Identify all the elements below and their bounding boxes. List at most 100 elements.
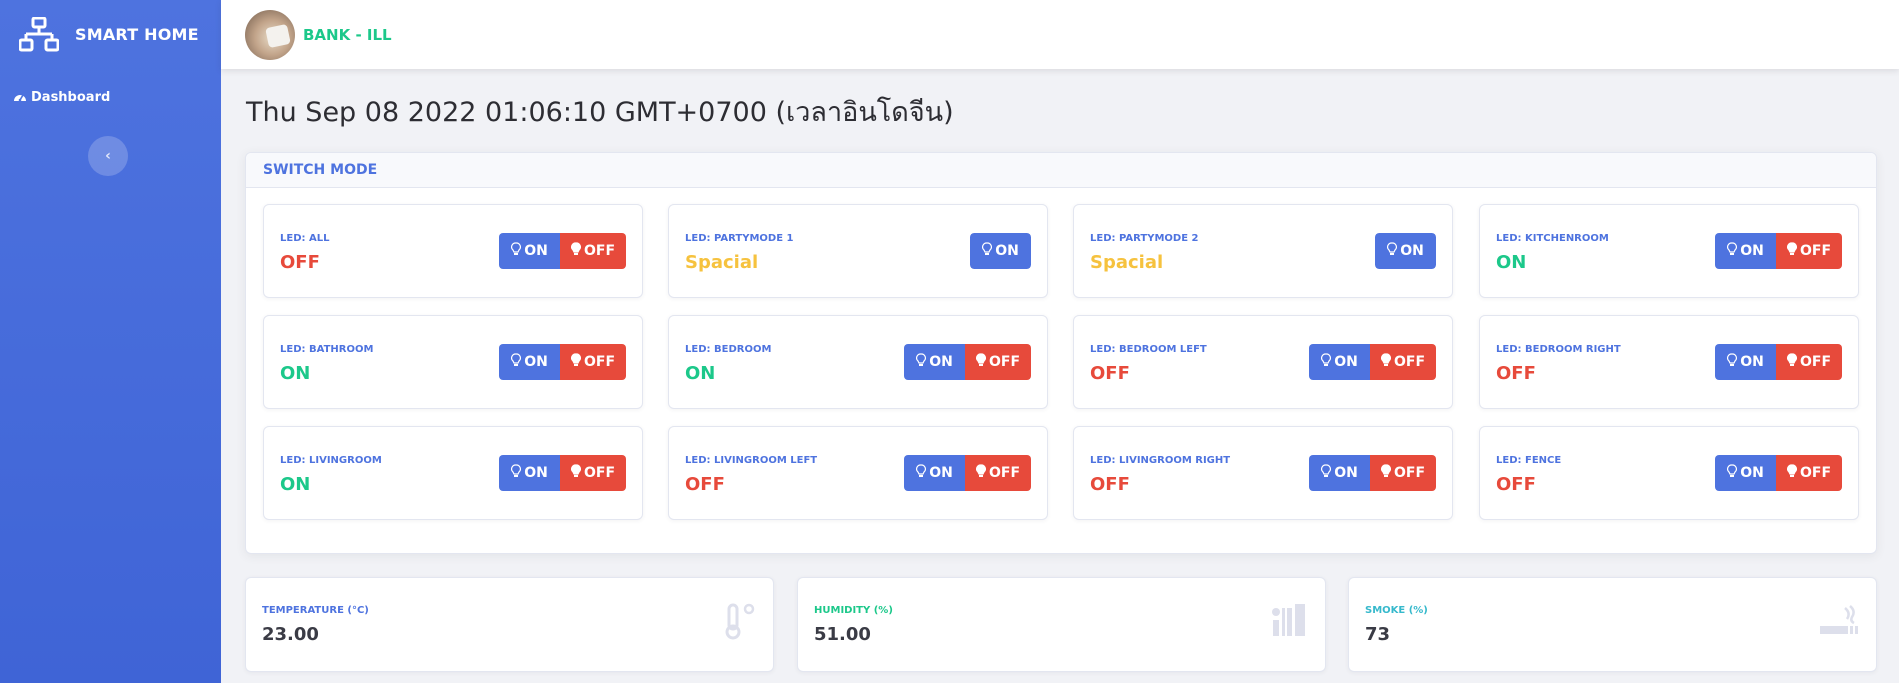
device-label: LED: BATHROOM (280, 344, 374, 355)
off-button[interactable]: OFF (560, 344, 626, 380)
sidebar-item-dashboard[interactable]: Dashboard (0, 79, 221, 115)
on-button[interactable]: ON (1715, 455, 1776, 491)
device-label: LED: PARTYMODE 2 (1090, 233, 1199, 244)
sensor-label: SMOKE (%) (1365, 605, 1428, 616)
network-icon (19, 16, 59, 51)
device-label: LED: PARTYMODE 1 (685, 233, 794, 244)
device-state: ON (280, 363, 311, 384)
on-button[interactable]: ON (499, 455, 560, 491)
device-label: LED: BEDROOM RIGHT (1496, 344, 1621, 355)
off-button-label: OFF (583, 354, 616, 370)
on-button-label: ON (1400, 243, 1424, 259)
device-card: LED: BATHROOM ON ON OFF (263, 315, 643, 409)
on-button-label: ON (1740, 465, 1764, 481)
off-button[interactable]: OFF (1776, 233, 1842, 269)
lightbulb-outline-icon (1727, 242, 1738, 260)
off-button[interactable]: OFF (965, 455, 1031, 491)
switch-button-group: ON OFF (1715, 344, 1842, 380)
on-button[interactable]: ON (1309, 455, 1370, 491)
switch-button-group: ON OFF (904, 455, 1031, 491)
switch-button-group: ON OFF (1309, 344, 1436, 380)
device-label: LED: ALL (280, 233, 330, 244)
on-button-label: ON (524, 465, 548, 481)
on-button[interactable]: ON (499, 344, 560, 380)
device-card: LED: PARTYMODE 2 Spacial ON (1073, 204, 1453, 298)
sensor-value: 73 (1365, 624, 1391, 645)
device-card: LED: PARTYMODE 1 Spacial ON (668, 204, 1048, 298)
device-card: LED: KITCHENROOM ON ON OFF (1479, 204, 1859, 298)
off-button[interactable]: OFF (965, 344, 1031, 380)
off-button-label: OFF (988, 465, 1021, 481)
device-card: LED: FENCE OFF ON OFF (1479, 426, 1859, 520)
tachometer-icon (14, 94, 26, 102)
device-card: LED: BEDROOM ON ON OFF (668, 315, 1048, 409)
device-label: LED: LIVINGROOM RIGHT (1090, 455, 1231, 466)
on-button[interactable]: ON (1309, 344, 1370, 380)
sensor-card: TEMPERATURE (°C) 23.00 (245, 577, 774, 672)
device-label: LED: LIVINGROOM LEFT (685, 455, 818, 466)
off-button-label: OFF (1393, 465, 1426, 481)
off-button-label: OFF (1799, 243, 1832, 259)
on-button[interactable]: ON (1375, 233, 1436, 269)
off-button[interactable]: OFF (560, 233, 626, 269)
switch-button-group: ON OFF (499, 344, 626, 380)
off-button-label: OFF (1393, 354, 1426, 370)
lightbulb-outline-icon (1321, 464, 1332, 482)
sidebar-toggle-button[interactable]: ‹ (88, 136, 128, 176)
lightbulb-outline-icon (511, 464, 522, 482)
on-button-label: ON (1334, 465, 1358, 481)
on-button[interactable]: ON (970, 233, 1031, 269)
on-button-label: ON (929, 465, 953, 481)
avatar[interactable] (245, 9, 295, 60)
lightbulb-filled-icon (1787, 353, 1797, 371)
device-state: OFF (1496, 363, 1536, 384)
lightbulb-filled-icon (571, 353, 581, 371)
off-button[interactable]: OFF (1776, 344, 1842, 380)
sidebar: SMART HOME Dashboard ‹ (0, 0, 221, 683)
switch-button-group: ON OFF (1309, 455, 1436, 491)
thermometer-icon (723, 602, 757, 644)
device-card: LED: LIVINGROOM LEFT OFF ON OFF (668, 426, 1048, 520)
user-name[interactable]: BANK - ILL (303, 26, 392, 44)
on-button-label: ON (1740, 354, 1764, 370)
device-state: OFF (685, 474, 725, 495)
on-button[interactable]: ON (1715, 233, 1776, 269)
page-datetime: Thu Sep 08 2022 01:06:10 GMT+0700 (เวลาอ… (246, 97, 954, 128)
lightbulb-outline-icon (1727, 353, 1738, 371)
device-label: LED: BEDROOM (685, 344, 772, 355)
lightbulb-outline-icon (511, 242, 522, 260)
sensor-value: 23.00 (262, 624, 319, 645)
on-button[interactable]: ON (904, 344, 965, 380)
device-state: Spacial (1090, 252, 1164, 273)
off-button-label: OFF (583, 465, 616, 481)
smoking-icon (1818, 602, 1860, 642)
on-button-label: ON (929, 354, 953, 370)
on-button[interactable]: ON (499, 233, 560, 269)
device-card: LED: BEDROOM RIGHT OFF ON OFF (1479, 315, 1859, 409)
off-button[interactable]: OFF (1370, 344, 1436, 380)
on-button[interactable]: ON (904, 455, 965, 491)
lightbulb-filled-icon (1381, 464, 1391, 482)
sensor-card: SMOKE (%) 73 (1348, 577, 1877, 672)
off-button-label: OFF (1799, 465, 1832, 481)
brand[interactable]: SMART HOME (0, 0, 221, 69)
off-button[interactable]: OFF (560, 455, 626, 491)
off-button[interactable]: OFF (1776, 455, 1842, 491)
lightbulb-filled-icon (571, 464, 581, 482)
switch-button-group: ON OFF (904, 344, 1031, 380)
device-state: OFF (1496, 474, 1536, 495)
device-state: ON (685, 363, 716, 384)
off-button[interactable]: OFF (1370, 455, 1436, 491)
device-card: LED: LIVINGROOM ON ON OFF (263, 426, 643, 520)
device-state: OFF (1090, 363, 1130, 384)
device-label: LED: BEDROOM LEFT (1090, 344, 1207, 355)
device-state: OFF (280, 252, 320, 273)
device-card: LED: BEDROOM LEFT OFF ON OFF (1073, 315, 1453, 409)
on-button[interactable]: ON (1715, 344, 1776, 380)
sensor-card: HUMIDITY (%) 51.00 (797, 577, 1326, 672)
off-button-label: OFF (583, 243, 616, 259)
switch-button-group: ON OFF (499, 455, 626, 491)
brand-title: SMART HOME (75, 25, 199, 44)
lightbulb-filled-icon (1787, 464, 1797, 482)
lightbulb-filled-icon (1381, 353, 1391, 371)
